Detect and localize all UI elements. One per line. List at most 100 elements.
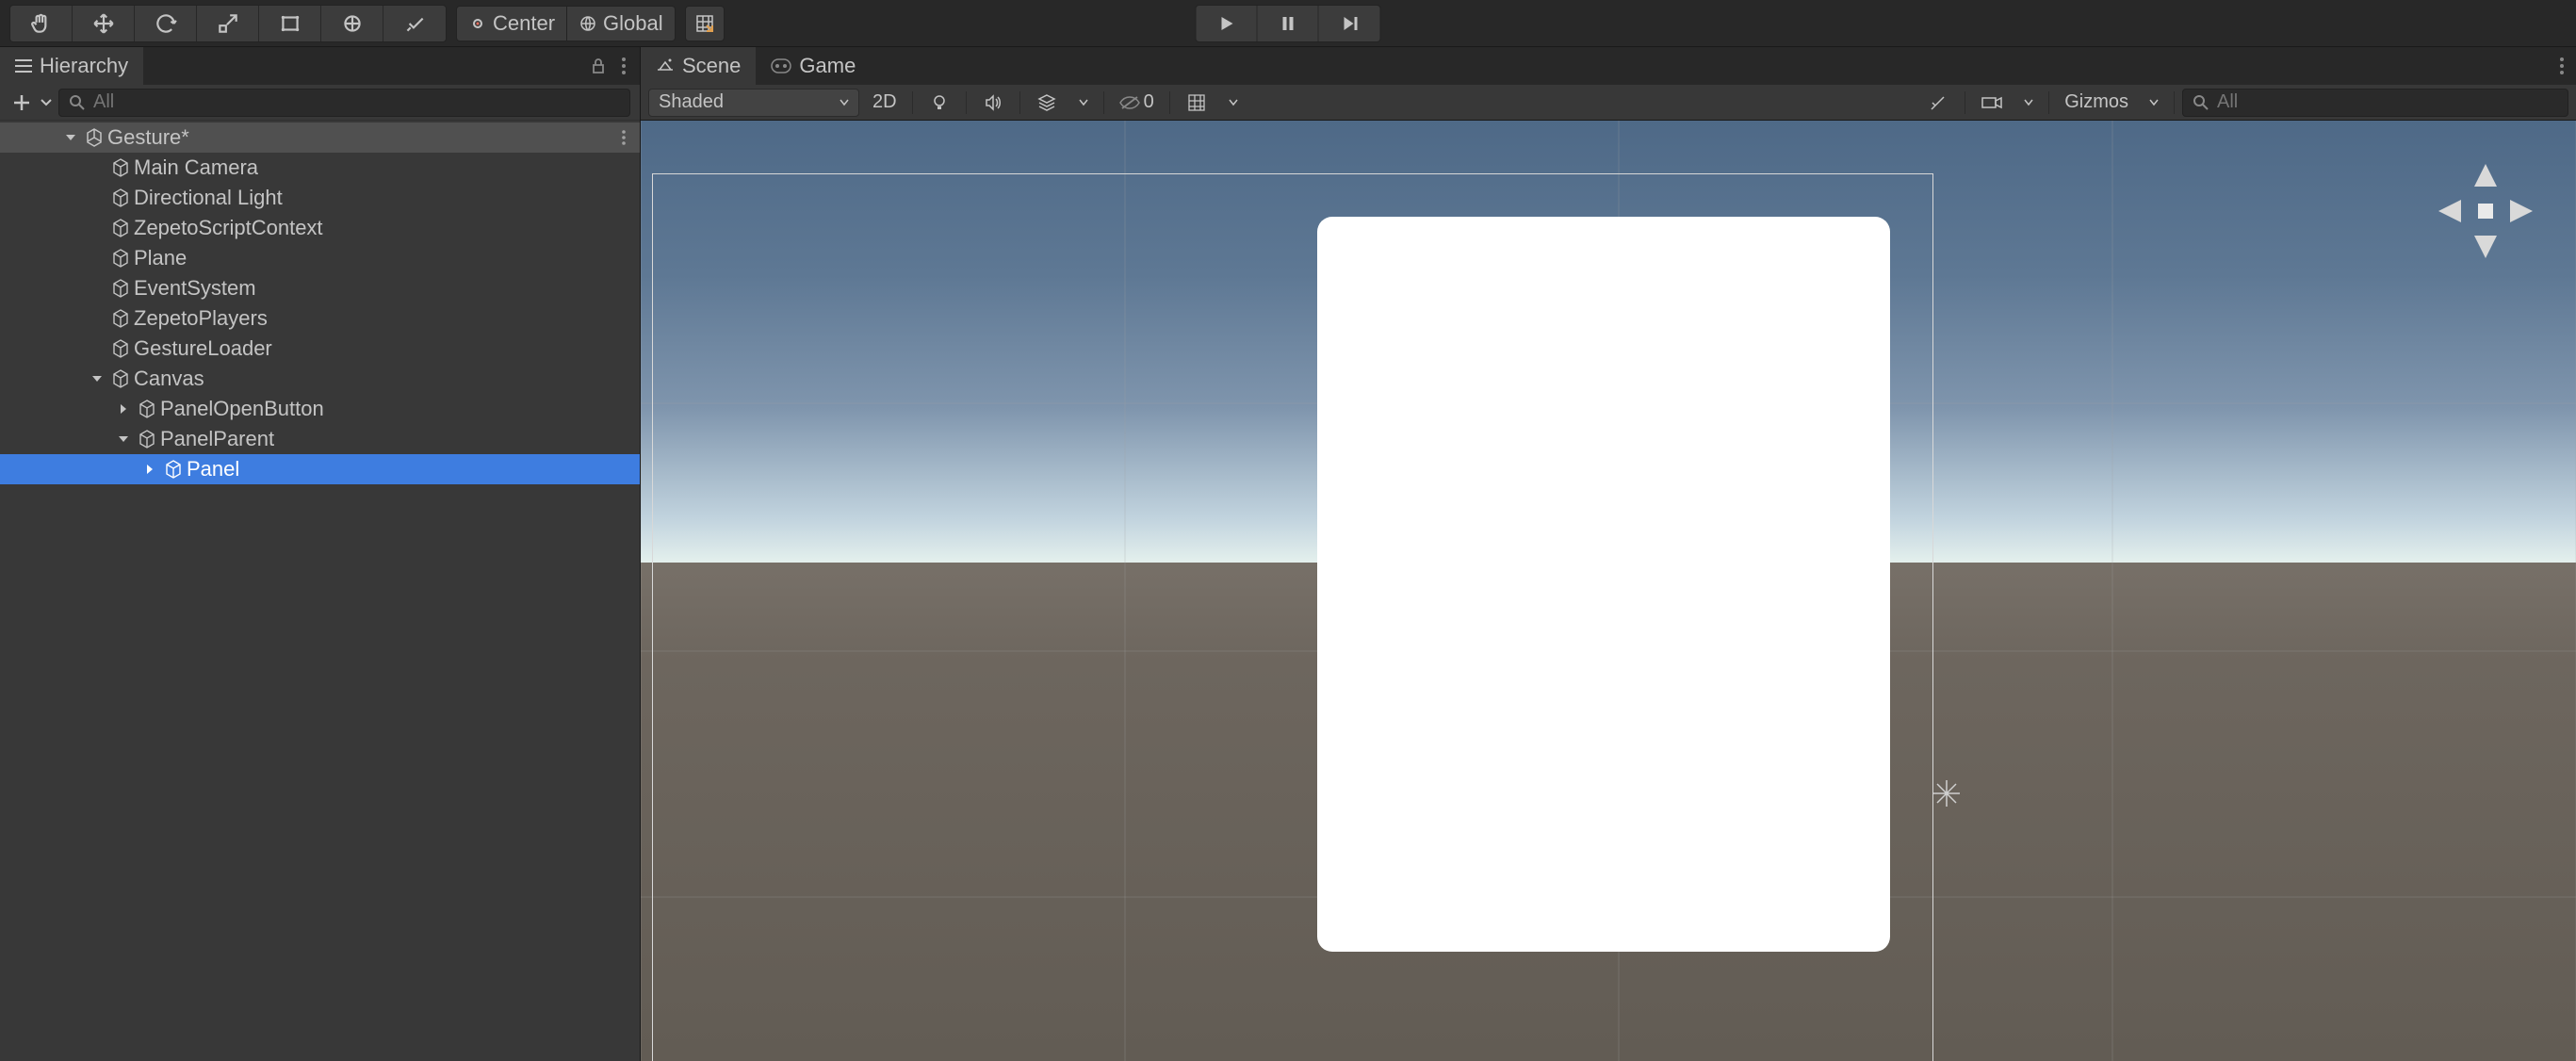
- hidden-objects-toggle[interactable]: 0: [1112, 89, 1162, 117]
- speaker-icon: [984, 93, 1003, 112]
- scene-row-menu[interactable]: [621, 129, 640, 146]
- hierarchy-item-label: GestureLoader: [134, 336, 272, 361]
- hierarchy-item[interactable]: ZepetoPlayers: [0, 303, 640, 334]
- pivot-center-button[interactable]: Center: [456, 6, 567, 41]
- rect-icon: [278, 11, 302, 36]
- scene-camera-dropdown[interactable]: [2016, 89, 2041, 117]
- pivot-global-label: Global: [603, 11, 663, 36]
- play-button[interactable]: [1197, 6, 1258, 41]
- scene-view[interactable]: [641, 121, 2576, 1061]
- hierarchy-item[interactable]: Main Camera: [0, 153, 640, 183]
- playback-controls: [1196, 5, 1381, 42]
- rotate-icon: [154, 11, 178, 36]
- caret-down-icon: [41, 99, 52, 106]
- audio-toggle[interactable]: [974, 89, 1012, 117]
- scene-camera-button[interactable]: [1973, 89, 2011, 117]
- grid-dropdown[interactable]: [1221, 89, 1246, 117]
- main-toolbar: Center Global: [0, 0, 2576, 47]
- hierarchy-item-label: EventSystem: [134, 276, 256, 301]
- hierarchy-tab-bar: Hierarchy: [0, 47, 640, 85]
- gizmos-label: Gizmos: [2064, 91, 2128, 113]
- pivot-center-label: Center: [493, 11, 555, 36]
- menu-lines-icon: [15, 59, 32, 73]
- gameobject-icon: [107, 218, 134, 238]
- grid-icon: [1187, 93, 1206, 112]
- hierarchy-item[interactable]: PanelParent: [0, 424, 640, 454]
- hierarchy-search[interactable]: [58, 89, 630, 117]
- scene-toolbar: Shaded 2D 0: [641, 85, 2576, 121]
- item-foldout[interactable]: [113, 403, 134, 415]
- orientation-gizmo[interactable]: [2433, 158, 2538, 264]
- rect-tool-button[interactable]: [259, 6, 321, 41]
- custom-tool-button[interactable]: [383, 6, 446, 41]
- item-foldout[interactable]: [113, 433, 134, 445]
- pivot-group: Center Global: [456, 6, 676, 41]
- hierarchy-item[interactable]: Plane: [0, 243, 640, 273]
- globe-icon: [579, 14, 597, 33]
- hierarchy-item[interactable]: Panel: [0, 454, 640, 484]
- caret-down-icon: [1229, 99, 1238, 106]
- gizmos-toggle[interactable]: Gizmos: [2057, 89, 2136, 117]
- fx-dropdown[interactable]: [1071, 89, 1096, 117]
- scene-foldout[interactable]: [60, 132, 81, 143]
- center-icon: [468, 14, 487, 33]
- tools-icon: [1929, 93, 1948, 112]
- scale-tool-button[interactable]: [197, 6, 259, 41]
- wrench-icon: [402, 11, 427, 36]
- item-foldout[interactable]: [87, 373, 107, 384]
- gameobject-icon: [107, 278, 134, 299]
- scene-tab[interactable]: Scene: [641, 47, 756, 85]
- scene-search[interactable]: [2182, 89, 2568, 117]
- pivot-global-button[interactable]: Global: [567, 6, 676, 41]
- fx-toggle[interactable]: [1028, 89, 1066, 117]
- scene-row[interactable]: Gesture*: [0, 122, 640, 153]
- draw-mode-dropdown[interactable]: Shaded: [648, 89, 859, 117]
- grid-snap-button[interactable]: [685, 6, 725, 41]
- eye-off-icon: [1119, 95, 1140, 110]
- hierarchy-item[interactable]: PanelOpenButton: [0, 394, 640, 424]
- transform-combo-icon: [340, 11, 365, 36]
- hierarchy-search-input[interactable]: [93, 91, 620, 113]
- scene-label: Gesture*: [107, 125, 189, 150]
- game-tab[interactable]: Game: [756, 47, 871, 85]
- hierarchy-item[interactable]: Directional Light: [0, 183, 640, 213]
- panel-rect[interactable]: [1317, 217, 1890, 952]
- hierarchy-item[interactable]: EventSystem: [0, 273, 640, 303]
- scene-search-input[interactable]: [2217, 91, 2558, 113]
- hierarchy-tab-label: Hierarchy: [40, 54, 128, 78]
- hierarchy-item[interactable]: ZepetoScriptContext: [0, 213, 640, 243]
- hierarchy-item[interactable]: GestureLoader: [0, 334, 640, 364]
- hierarchy-item[interactable]: Canvas: [0, 364, 640, 394]
- search-icon: [69, 94, 86, 111]
- scene-tools-button[interactable]: [1919, 89, 1957, 117]
- hierarchy-item-label: ZepetoPlayers: [134, 306, 268, 331]
- two-d-toggle[interactable]: 2D: [865, 89, 905, 117]
- grid-toggle[interactable]: [1178, 89, 1215, 117]
- lock-icon[interactable]: [589, 57, 608, 75]
- panel-menu-icon[interactable]: [621, 57, 627, 75]
- lighting-toggle[interactable]: [921, 89, 958, 117]
- hand-icon: [29, 11, 54, 36]
- gameobject-icon: [160, 459, 187, 480]
- hierarchy-item-label: Plane: [134, 246, 187, 270]
- hierarchy-tab[interactable]: Hierarchy: [0, 47, 143, 85]
- transform-tool-group: [9, 5, 447, 42]
- create-button[interactable]: [9, 90, 34, 115]
- pause-button[interactable]: [1258, 6, 1319, 41]
- gameobject-icon: [107, 308, 134, 329]
- gizmos-dropdown[interactable]: [2142, 89, 2166, 117]
- panel-menu-icon[interactable]: [2559, 57, 2565, 75]
- search-icon: [2193, 94, 2209, 111]
- move-tool-button[interactable]: [73, 6, 135, 41]
- step-button[interactable]: [1319, 6, 1380, 41]
- hierarchy-item-label: Canvas: [134, 367, 204, 391]
- rotate-tool-button[interactable]: [135, 6, 197, 41]
- create-dropdown-caret[interactable]: [38, 99, 55, 106]
- hierarchy-item-label: ZepetoScriptContext: [134, 216, 323, 240]
- transform-tool-button[interactable]: [321, 6, 383, 41]
- caret-down-icon: [2024, 99, 2033, 106]
- hand-tool-button[interactable]: [10, 6, 73, 41]
- caret-down-icon: [65, 132, 76, 143]
- caret-down-icon: [2149, 99, 2159, 106]
- item-foldout[interactable]: [139, 464, 160, 475]
